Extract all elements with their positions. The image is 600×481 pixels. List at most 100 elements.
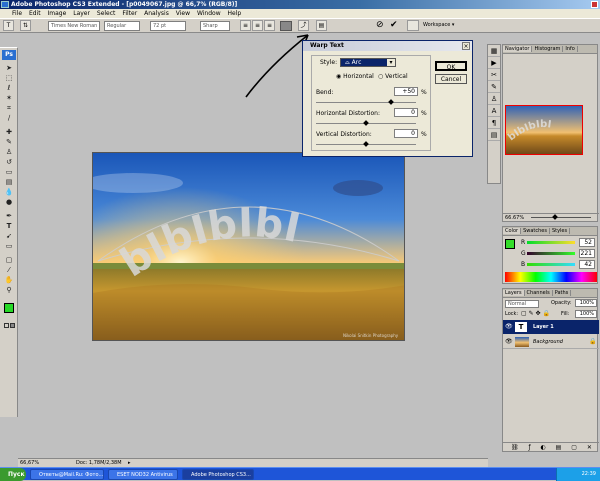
menu-filter[interactable]: Filter bbox=[122, 10, 137, 17]
font-family-select[interactable]: Times New Roman bbox=[48, 21, 100, 31]
layer-name[interactable]: Layer 1 bbox=[533, 324, 554, 330]
lasso-tool-icon[interactable]: ℓ bbox=[3, 84, 15, 92]
menu-file[interactable]: File bbox=[12, 10, 22, 17]
opacity-input[interactable]: 100% bbox=[575, 299, 597, 307]
eyedropper-tool-icon[interactable]: ⁄ bbox=[3, 266, 15, 274]
g-input[interactable]: 221 bbox=[579, 249, 595, 258]
document-canvas[interactable]: bIbIbIbI Nikolai Snitkin Photography bbox=[92, 152, 405, 341]
text-tool-preset-icon[interactable]: T bbox=[3, 20, 14, 31]
menu-layer[interactable]: Layer bbox=[73, 10, 90, 17]
actions-panel-icon[interactable]: ▶ bbox=[488, 57, 500, 69]
menu-help[interactable]: Help bbox=[228, 10, 242, 17]
fill-input[interactable]: 100% bbox=[575, 310, 597, 318]
menu-image[interactable]: Image bbox=[48, 10, 67, 17]
blur-tool-icon[interactable]: 💧 bbox=[3, 188, 15, 196]
vertical-radio[interactable]: ○ Vertical bbox=[378, 73, 408, 80]
marquee-tool-icon[interactable]: ⬚ bbox=[3, 74, 15, 82]
foreground-color-swatch[interactable] bbox=[4, 303, 14, 313]
brush-tool-icon[interactable]: ✎ bbox=[3, 138, 15, 146]
type-tool-icon[interactable]: T bbox=[3, 222, 15, 230]
layer-row-background[interactable]: 👁 Background 🔒 bbox=[503, 335, 599, 349]
layers-footer-buttons[interactable]: ⛓ ƒ ◐ ▤ ▢ ✕ bbox=[503, 442, 599, 452]
font-size-select[interactable]: 72 pt bbox=[150, 21, 186, 31]
ok-button[interactable]: OK bbox=[435, 61, 467, 71]
hand-tool-icon[interactable]: ✋ bbox=[3, 276, 15, 284]
crop-tool-icon[interactable]: ⌗ bbox=[3, 104, 15, 112]
bend-slider-track[interactable] bbox=[316, 102, 416, 103]
eraser-tool-icon[interactable]: ▭ bbox=[3, 168, 15, 176]
bend-input[interactable]: +50 bbox=[394, 87, 418, 96]
dodge-tool-icon[interactable]: ● bbox=[3, 198, 15, 206]
tab-swatches[interactable]: Swatches bbox=[521, 228, 550, 234]
tab-channels[interactable]: Channels bbox=[524, 290, 553, 296]
task-mail-ru[interactable]: Ответы@Mail.Ru: Фото... bbox=[30, 469, 104, 480]
antialias-select[interactable]: Sharp bbox=[200, 21, 230, 31]
tab-color[interactable]: Color bbox=[503, 228, 522, 234]
navigator-zoom-slider[interactable] bbox=[531, 217, 591, 218]
tab-navigator[interactable]: Navigator bbox=[503, 46, 533, 52]
paragraph-panel-icon[interactable]: ¶ bbox=[488, 117, 500, 129]
layer-name[interactable]: Background bbox=[533, 339, 563, 345]
notes-tool-icon[interactable]: ▢ bbox=[3, 256, 15, 264]
visibility-eye-icon[interactable]: 👁 bbox=[505, 338, 513, 345]
clone-stamp-tool-icon[interactable]: ♙ bbox=[3, 148, 15, 156]
path-selection-tool-icon[interactable]: ➹ bbox=[3, 232, 15, 240]
blend-mode-select[interactable]: Normal bbox=[505, 300, 539, 308]
cancel-button[interactable]: Cancel bbox=[435, 74, 467, 84]
vertical-distortion-slider-knob[interactable] bbox=[363, 141, 369, 147]
shape-tool-icon[interactable]: ▭ bbox=[3, 242, 15, 250]
horizontal-distortion-input[interactable]: 0 bbox=[394, 108, 418, 117]
color-fg-swatch[interactable] bbox=[505, 239, 515, 249]
menu-select[interactable]: Select bbox=[97, 10, 116, 17]
cancel-edit-icon[interactable]: ⊘ bbox=[376, 20, 384, 30]
menu-view[interactable]: View bbox=[176, 10, 190, 17]
text-orientation-icon[interactable]: ⇅ bbox=[20, 20, 31, 31]
gradient-tool-icon[interactable]: ▤ bbox=[3, 178, 15, 186]
tab-paths[interactable]: Paths bbox=[552, 290, 572, 296]
task-photoshop[interactable]: Adobe Photoshop CS3... bbox=[182, 469, 254, 480]
b-slider[interactable] bbox=[527, 263, 575, 266]
b-input[interactable]: 42 bbox=[579, 260, 595, 269]
dialog-close-button[interactable]: × bbox=[462, 42, 470, 50]
character-panel-icon-strip[interactable]: A bbox=[488, 105, 500, 117]
layer-row-layer1[interactable]: 👁 T Layer 1 bbox=[503, 320, 599, 334]
task-eset-nod32[interactable]: ESET NOD32 Antivirus bbox=[108, 469, 178, 480]
close-window-button[interactable] bbox=[591, 1, 598, 8]
menu-analysis[interactable]: Analysis bbox=[144, 10, 169, 17]
horizontal-radio[interactable]: ◉ Horizontal bbox=[336, 73, 374, 80]
r-slider[interactable] bbox=[527, 241, 575, 244]
tab-layers[interactable]: Layers bbox=[503, 290, 525, 296]
tab-styles[interactable]: Styles bbox=[549, 228, 571, 234]
r-input[interactable]: 52 bbox=[579, 238, 595, 247]
menu-window[interactable]: Window bbox=[197, 10, 221, 17]
style-select[interactable]: ⌓ Arc ▾ bbox=[340, 58, 396, 67]
palette-well-icon[interactable] bbox=[407, 20, 419, 31]
magic-wand-tool-icon[interactable]: ✶ bbox=[3, 94, 15, 102]
navigator-zoom-value[interactable]: 66.67% bbox=[505, 215, 524, 221]
zoom-tool-icon[interactable]: ⚲ bbox=[3, 286, 15, 294]
vertical-distortion-input[interactable]: 0 bbox=[394, 129, 418, 138]
menu-edit[interactable]: Edit bbox=[29, 10, 41, 17]
navigator-zoom-knob[interactable] bbox=[552, 214, 558, 220]
tab-histogram[interactable]: Histogram bbox=[532, 46, 564, 52]
font-style-select[interactable]: Regular bbox=[104, 21, 140, 31]
start-button[interactable]: Пуск bbox=[0, 468, 26, 481]
horizontal-distortion-slider-knob[interactable] bbox=[363, 120, 369, 126]
tab-info[interactable]: Info bbox=[563, 46, 578, 52]
color-spectrum-ramp[interactable] bbox=[505, 272, 597, 282]
lock-icons[interactable]: ▢ ✎ ✥ 🔒 bbox=[521, 310, 550, 317]
history-brush-tool-icon[interactable]: ↺ bbox=[3, 158, 15, 166]
workspace-menu[interactable]: Workspace ▾ bbox=[423, 22, 454, 28]
tool-presets-icon[interactable]: ✂ bbox=[488, 69, 500, 81]
slice-tool-icon[interactable]: ∕ bbox=[3, 114, 15, 122]
visibility-eye-icon[interactable]: 👁 bbox=[505, 323, 513, 330]
pen-tool-icon[interactable]: ✒ bbox=[3, 212, 15, 220]
healing-brush-tool-icon[interactable]: ✚ bbox=[3, 128, 15, 136]
move-tool-icon[interactable]: ➤ bbox=[3, 64, 15, 72]
navigator-thumbnail[interactable]: bIbIbIbI bbox=[505, 105, 583, 155]
quick-mask-icon[interactable] bbox=[4, 323, 9, 328]
history-panel-icon[interactable]: ▦ bbox=[488, 45, 500, 57]
clone-source-icon[interactable]: ♙ bbox=[488, 93, 500, 105]
brushes-panel-icon[interactable]: ✎ bbox=[488, 81, 500, 93]
commit-edit-icon[interactable]: ✔ bbox=[390, 20, 398, 30]
